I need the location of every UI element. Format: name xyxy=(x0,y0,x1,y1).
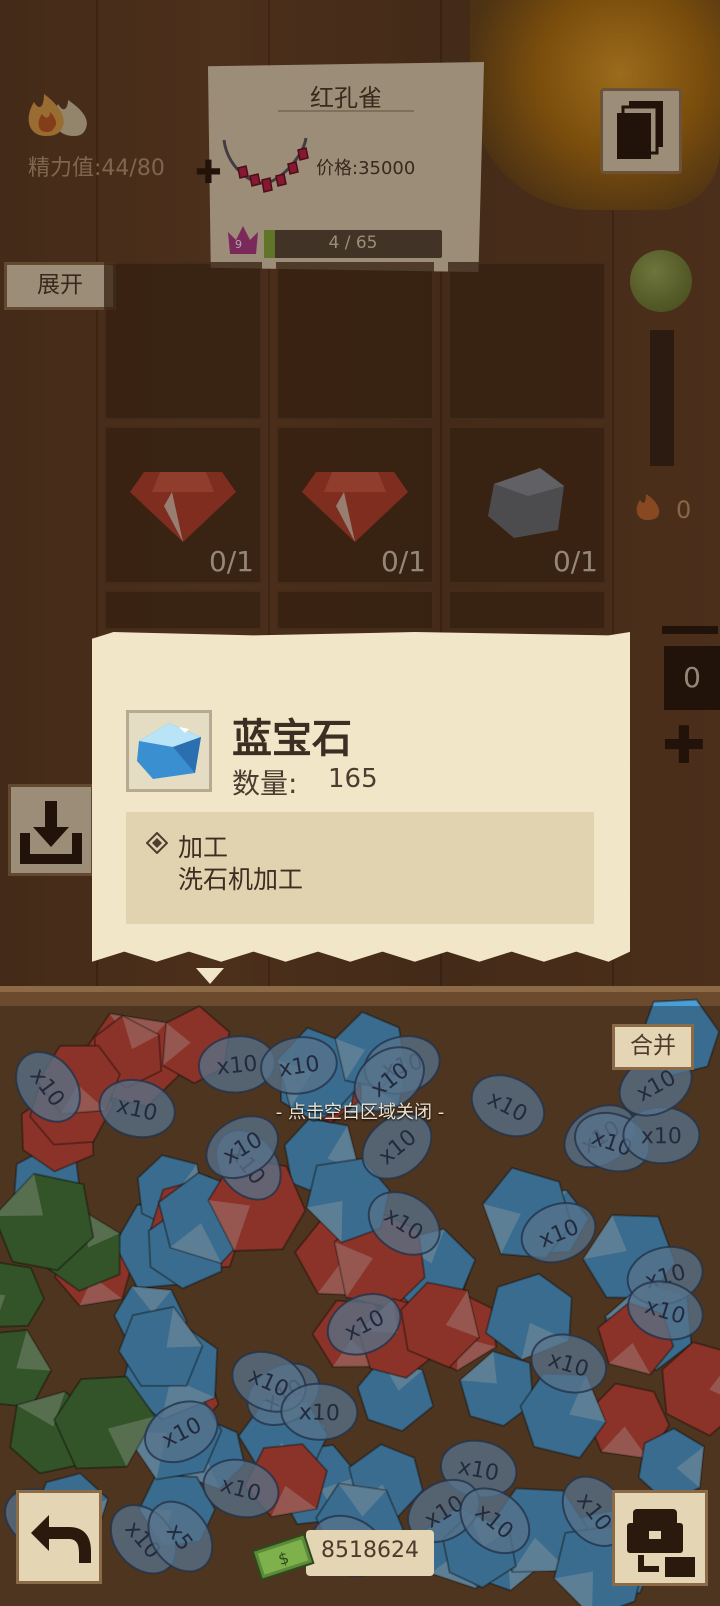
backpack-button[interactable] xyxy=(612,1490,708,1586)
item-info-popup: 蓝宝石 数量: 165 加工 洗石机加工 xyxy=(92,632,630,962)
item-icon-frame xyxy=(126,710,212,792)
item-name: 蓝宝石 xyxy=(232,716,352,762)
diamond-bullet-icon xyxy=(146,832,168,854)
sapphire-icon xyxy=(137,723,201,779)
popup-pointer xyxy=(196,968,224,984)
back-arrow-icon xyxy=(31,1515,91,1563)
merge-button[interactable]: 合并 xyxy=(612,1024,694,1070)
quantity-value-text: 165 xyxy=(328,764,378,794)
back-button[interactable] xyxy=(16,1490,102,1584)
process-description: 洗石机加工 xyxy=(178,865,304,894)
money-amount: 8518624 xyxy=(321,1538,419,1563)
backpack-icon xyxy=(627,1509,695,1577)
process-title: 加工 xyxy=(178,833,229,862)
process-info-box: 加工 洗石机加工 xyxy=(126,812,594,924)
quantity-label: 数量: xyxy=(232,767,298,800)
close-hint: - 点击空白区域关闭 - xyxy=(275,1102,445,1123)
